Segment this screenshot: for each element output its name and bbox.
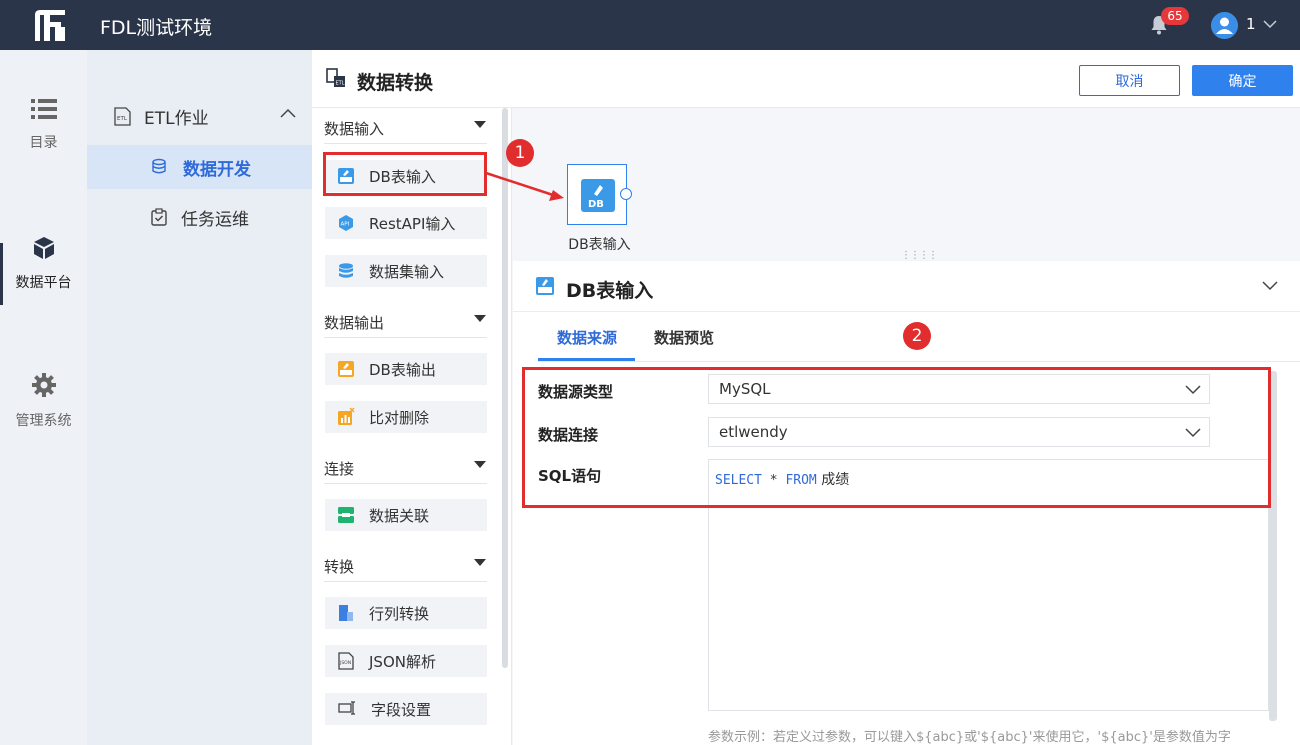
app-title: FDL测试环境 [100,17,213,39]
top-bar: FDL测试环境 65 1 [0,0,1300,50]
cancel-button[interactable]: 取消 [1079,65,1180,96]
active-tab-indicator [538,358,635,361]
rail-label-data-platform: 数据平台 [15,275,72,291]
palette-item-compare-delete[interactable]: 比对删除 [325,401,487,433]
nav-group-etl[interactable]: ETL ETL作业 [113,104,209,129]
palette-item-label: 数据集输入 [369,262,445,281]
left-rail: 目录 数据平台 管理系统 [0,50,87,745]
palette-item-label: JSON解析 [369,652,436,671]
db-input-node-icon: DB [581,179,615,212]
divider [513,311,1300,312]
fdl-logo[interactable] [33,9,67,42]
palette-item-dataset-input[interactable]: 数据集输入 [325,255,487,287]
palette-section-input[interactable]: 数据输入 [324,110,487,144]
svg-text:ETL: ETL [117,116,128,122]
nav-panel: ETL ETL作业 数据开发 任务运维 [87,50,312,745]
annotation-box-2 [522,367,1271,508]
tab-data-source[interactable]: 数据来源 [557,327,617,348]
data-join-icon [338,507,354,523]
palette-section-output[interactable]: 数据输出 [324,304,487,338]
palette-item-label: 数据关联 [369,506,430,525]
annotation-arrow [485,171,564,201]
tab-data-preview[interactable]: 数据预览 [654,327,714,348]
nav-group-label: ETL作业 [144,109,209,129]
nav-item-task-ops[interactable]: 任务运维 [87,195,312,239]
annotation-box-1 [323,152,487,196]
compare-delete-icon [338,408,355,425]
dataset-icon [339,263,353,278]
palette-section-label: 连接 [324,460,355,478]
parameter-hint: 参数示例：若定义过参数，可以键入${abc}或'${abc}'来使用它，'${a… [708,730,1231,745]
palette-section-label: 转换 [324,558,355,576]
palette-item-label: 行列转换 [369,604,430,623]
row-col-transform-icon [339,605,353,621]
data-transform-icon: ETL [326,68,345,87]
flow-canvas[interactable]: DB DB表输入 ⋮⋮⋮⋮ [513,108,1300,261]
palette-item-label: 比对删除 [369,408,430,427]
svg-text:JSON: JSON [339,660,351,666]
chevron-down-icon[interactable] [1262,277,1278,293]
node-icon-text: DB [588,199,604,210]
palette-item-label: RestAPI输入 [369,214,456,233]
db-input-icon [536,277,554,295]
rail-item-catalog[interactable]: 目录 [0,98,87,152]
palette-item-label: 字段设置 [371,700,432,719]
notification-badge: 65 [1161,7,1189,25]
caret-down-icon [474,121,486,128]
caret-down-icon [474,461,486,468]
cube-icon [33,237,54,259]
rail-item-admin[interactable]: 管理系统 [0,372,87,430]
detail-title: DB表输入 [566,280,654,302]
field-settings-icon [338,701,355,715]
avatar[interactable] [1211,12,1238,39]
gear-icon [31,373,56,397]
database-icon [152,158,166,174]
component-palette: 数据输入 DB表输入 API RestAPI输入 数据集输入 数据输出 DB表输… [312,108,512,745]
nav-item-label: 任务运维 [181,209,249,230]
palette-section-label: 数据输出 [324,314,385,332]
tabs-divider [538,361,1300,362]
db-output-icon [338,361,354,377]
palette-item-field-settings[interactable]: 字段设置 [325,693,487,725]
svg-text:ETL: ETL [336,81,345,87]
clipboard-check-icon [151,208,167,226]
nav-item-data-dev[interactable]: 数据开发 [87,145,312,189]
caret-down-icon [474,315,486,322]
svg-text:API: API [341,222,350,228]
page-header: ETL 数据转换 取消 确定 [312,50,1300,108]
rail-item-data-platform[interactable]: 数据平台 [0,236,87,292]
node-output-port[interactable] [620,188,632,200]
nav-item-label: 数据开发 [183,159,251,180]
etl-file-icon: ETL [114,107,131,126]
chevron-down-icon[interactable] [1263,17,1277,31]
rail-label-catalog: 目录 [29,135,58,151]
palette-item-label: DB表输出 [369,360,436,379]
palette-item-data-join[interactable]: 数据关联 [325,499,487,531]
palette-section-label: 数据输入 [324,120,385,138]
annotation-marker-1: 1 [506,139,534,167]
palette-item-restapi-input[interactable]: API RestAPI输入 [325,207,487,239]
canvas-node-label: DB表输入 [568,237,631,253]
list-icon [30,99,57,119]
caret-down-icon [474,559,486,566]
rail-label-admin: 管理系统 [15,413,72,429]
palette-item-row-col-transform[interactable]: 行列转换 [325,597,487,629]
palette-item-db-output[interactable]: DB表输出 [325,353,487,385]
palette-item-json-parse[interactable]: JSON JSON解析 [325,645,487,677]
page-title: 数据转换 [357,72,434,94]
json-icon: JSON [338,652,354,670]
api-icon: API [339,215,353,231]
user-name[interactable]: 1 [1246,15,1256,33]
confirm-button[interactable]: 确定 [1192,65,1293,96]
chevron-up-icon[interactable] [280,107,296,119]
annotation-marker-2: 2 [903,322,931,350]
resize-handle[interactable]: ⋮⋮⋮⋮ [901,250,938,261]
palette-section-transform[interactable]: 转换 [324,548,487,582]
canvas-node-db-input[interactable]: DB [567,164,627,225]
palette-section-join[interactable]: 连接 [324,450,487,484]
